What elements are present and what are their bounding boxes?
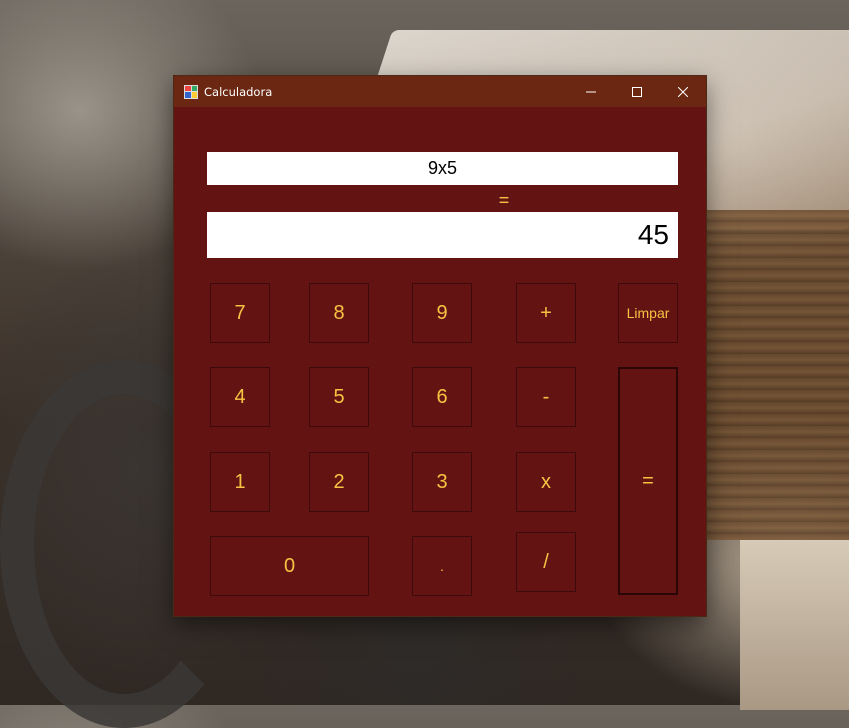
maximize-icon: [632, 86, 642, 97]
background-book-pages: [700, 210, 849, 540]
key-6[interactable]: 6: [412, 367, 472, 427]
minimize-button[interactable]: [568, 76, 614, 107]
key-multiply[interactable]: x: [516, 452, 576, 512]
key-5[interactable]: 5: [309, 367, 369, 427]
key-9[interactable]: 9: [412, 283, 472, 343]
key-4[interactable]: 4: [210, 367, 270, 427]
key-minus[interactable]: -: [516, 367, 576, 427]
window-title: Calculadora: [204, 84, 273, 99]
background-paper: [740, 540, 849, 710]
maximize-button[interactable]: [614, 76, 660, 107]
key-plus[interactable]: +: [516, 283, 576, 343]
minimize-icon: [586, 91, 596, 92]
window-controls: [568, 76, 706, 107]
calculator-window: Calculadora 9x5 = 45 7 8 9 + Limpar 4 5 …: [174, 76, 706, 616]
close-icon: [678, 86, 688, 97]
clear-button[interactable]: Limpar: [618, 283, 678, 343]
key-0[interactable]: 0: [210, 536, 369, 596]
expression-display[interactable]: 9x5: [207, 152, 678, 185]
result-display[interactable]: 45: [207, 212, 678, 258]
key-1[interactable]: 1: [210, 452, 270, 512]
key-3[interactable]: 3: [412, 452, 472, 512]
key-2[interactable]: 2: [309, 452, 369, 512]
key-decimal[interactable]: .: [412, 536, 472, 596]
title-bar[interactable]: Calculadora: [174, 76, 706, 107]
key-7[interactable]: 7: [210, 283, 270, 343]
close-button[interactable]: [660, 76, 706, 107]
equals-button[interactable]: =: [618, 367, 678, 595]
key-8[interactable]: 8: [309, 283, 369, 343]
key-divide[interactable]: /: [516, 532, 576, 592]
calculator-body: 9x5 = 45 7 8 9 + Limpar 4 5 6 - 1 2 3 x …: [174, 107, 706, 616]
equals-label: =: [498, 190, 510, 210]
calculator-app-icon: [184, 84, 198, 99]
